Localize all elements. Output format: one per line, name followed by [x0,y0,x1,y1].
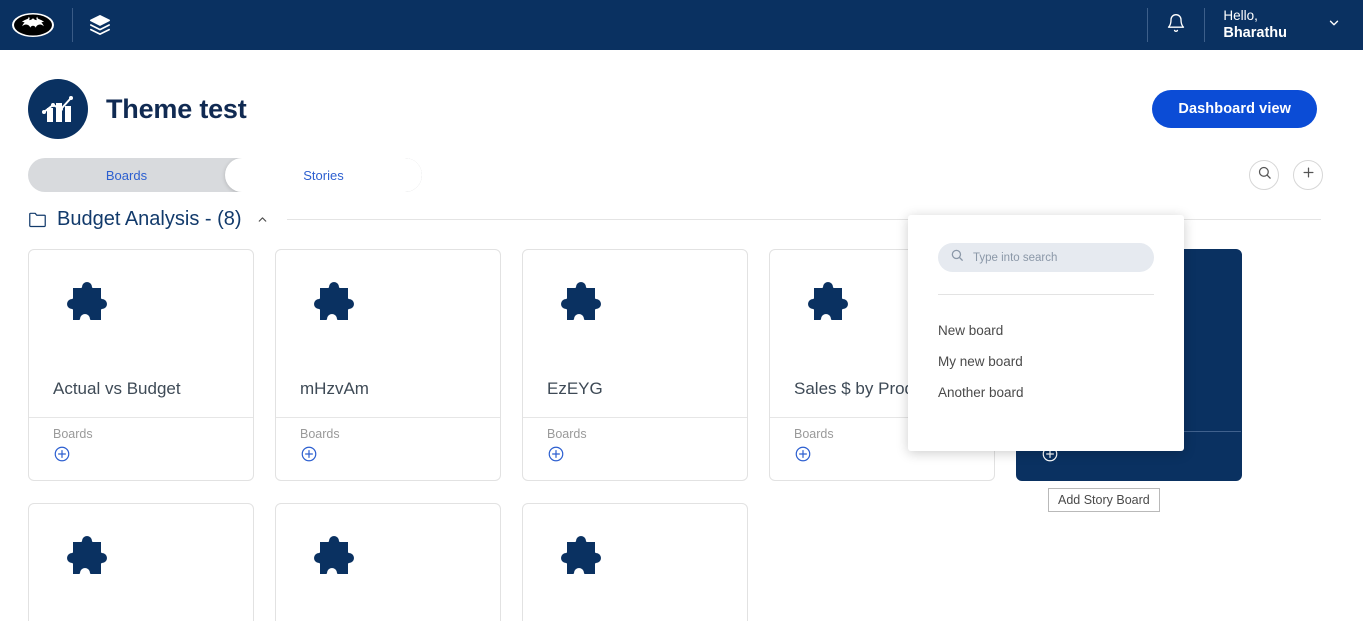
board-card-body: Actual vs Budget [29,250,253,417]
top-navbar: Hello, Bharathu [0,0,1363,50]
board-card[interactable] [28,503,254,621]
board-card[interactable]: Actual vs Budget Boards [28,249,254,481]
puzzle-piece-icon [300,530,476,593]
chevron-up-icon[interactable] [256,213,269,226]
puzzle-piece-icon [300,276,476,339]
navbar-divider [72,8,73,42]
app-root: Hello, Bharathu Theme test Dashboard vie… [0,0,1363,621]
board-card-type: Boards [547,427,587,441]
puzzle-piece-icon [547,276,723,339]
board-card[interactable] [275,503,501,621]
board-card-body [276,504,500,621]
dropdown-search-field[interactable] [938,243,1154,272]
search-icon [1257,165,1272,185]
board-card[interactable]: mHzvAm Boards [275,249,501,481]
page-header: Theme test Dashboard view [0,50,1363,146]
board-card-footer: Boards [523,417,747,480]
board-card-footer: Boards [276,417,500,480]
tab-stories[interactable]: Stories [225,158,422,192]
boards-stories-toggle: Boards Stories [28,158,422,192]
greeting-hello: Hello, [1223,7,1258,23]
board-card-body: EzEYG [523,250,747,417]
dropdown-list: New board My new board Another board [938,295,1154,408]
board-card[interactable]: EzEYG Boards [522,249,748,481]
bar-chart-trend-icon [28,79,88,139]
section-title: Budget Analysis - (8) [57,208,242,230]
add-button[interactable] [1293,160,1323,190]
board-card-type: Boards [300,427,340,441]
dropdown-item-my-new-board[interactable]: My new board [938,346,1154,377]
navbar-left [10,0,111,50]
add-story-board-tooltip: Add Story Board [1048,488,1160,512]
board-card-title: EzEYG [547,379,603,398]
dropdown-item-another-board[interactable]: Another board [938,377,1154,408]
board-card-type: Boards [53,427,93,441]
notifications-button[interactable] [1148,13,1204,38]
board-card-body [29,504,253,621]
toolbar-actions [1249,160,1323,190]
dropdown-item-new-board[interactable]: New board [938,315,1154,346]
layers-icon[interactable] [89,14,111,36]
puzzle-piece-icon [53,530,229,593]
board-card-title: Actual vs Budget [53,379,181,398]
bell-icon [1166,13,1186,38]
plus-circle-icon[interactable] [300,445,318,463]
tab-boards[interactable]: Boards [28,158,225,192]
page-title: Theme test [106,93,247,124]
board-card[interactable] [522,503,748,621]
user-menu-button[interactable] [1287,16,1363,35]
chevron-down-icon [1327,16,1341,35]
folder-icon [28,211,47,228]
navbar-right: Hello, Bharathu [1147,0,1363,50]
board-card-body: mHzvAm [276,250,500,417]
puzzle-piece-icon [547,530,723,593]
plus-circle-icon[interactable] [547,445,565,463]
plus-icon [1301,165,1316,185]
view-toggle-row: Boards Stories [0,146,1363,192]
greeting-username: Bharathu [1223,25,1287,42]
dashboard-view-button[interactable]: Dashboard view [1152,90,1317,128]
user-greeting[interactable]: Hello, Bharathu [1205,8,1287,43]
board-card-title: mHzvAm [300,379,369,398]
board-card-footer: Boards [29,417,253,480]
puzzle-piece-icon [53,276,229,339]
plus-circle-icon[interactable] [53,445,71,463]
board-card-body [523,504,747,621]
bat-logo-icon[interactable] [10,11,56,39]
board-picker-dropdown: New board My new board Another board [908,215,1184,451]
search-button[interactable] [1249,160,1279,190]
dropdown-search-input[interactable] [973,251,1142,264]
plus-circle-icon[interactable] [794,445,812,463]
search-icon [950,248,964,267]
